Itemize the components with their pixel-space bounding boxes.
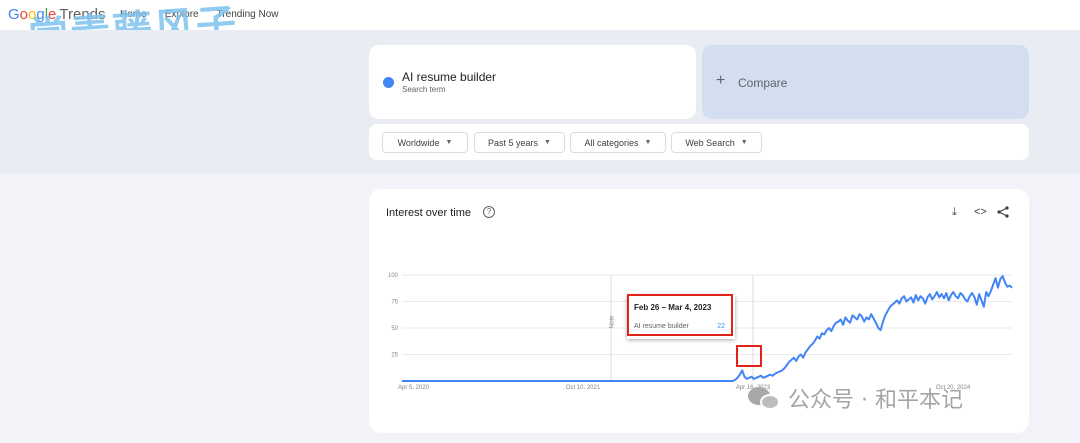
filter-bar: Worldwide ▼ Past 5 years ▼ All categories ▼…: [369, 124, 1029, 160]
region-filter-label: Worldwide: [397, 137, 440, 148]
category-filter[interactable]: All categories ▼: [570, 132, 666, 153]
compare-label: Compare: [738, 76, 788, 90]
plus-icon: +: [716, 72, 726, 89]
y-tick-label: 50: [391, 326, 398, 332]
compare-button[interactable]: + Compare: [702, 45, 1029, 119]
search-term-name: AI resume builder: [402, 70, 497, 84]
top-bar: GoogleTrends Home Explore Trending Now 常…: [0, 0, 1080, 61]
point-highlight-box: [736, 345, 762, 367]
wechat-watermark-text: 公众号 · 和平本记: [788, 388, 963, 413]
y-tick-label: 25: [391, 353, 398, 359]
search-term-card[interactable]: AI resume builder Search term: [369, 45, 696, 119]
chevron-down-icon: ▼: [445, 139, 453, 146]
search-type-filter[interactable]: Web Search ▼: [671, 132, 762, 153]
time-filter[interactable]: Past 5 years ▼: [474, 132, 565, 153]
y-tick-label: 75: [391, 300, 398, 306]
search-term-type: Search term: [402, 85, 446, 94]
x-tick-label: Apr 5, 2020: [398, 385, 430, 391]
region-filter[interactable]: Worldwide ▼: [382, 132, 468, 153]
tooltip-highlight-box: [627, 294, 733, 336]
term-color-dot: [383, 77, 394, 88]
chevron-down-icon: ▼: [644, 139, 652, 146]
category-filter-label: All categories: [584, 137, 639, 148]
search-type-filter-label: Web Search: [685, 137, 735, 148]
x-tick-label: Oct 10, 2021: [566, 385, 601, 391]
y-tick-label: 100: [388, 273, 399, 279]
wechat-watermark: 公众号 · 和平本记: [748, 382, 963, 414]
time-filter-label: Past 5 years: [488, 137, 539, 148]
note-label: Note: [609, 315, 616, 329]
wechat-icon: [748, 384, 782, 412]
chevron-down-icon: ▼: [740, 139, 748, 146]
chevron-down-icon: ▼: [544, 139, 551, 146]
